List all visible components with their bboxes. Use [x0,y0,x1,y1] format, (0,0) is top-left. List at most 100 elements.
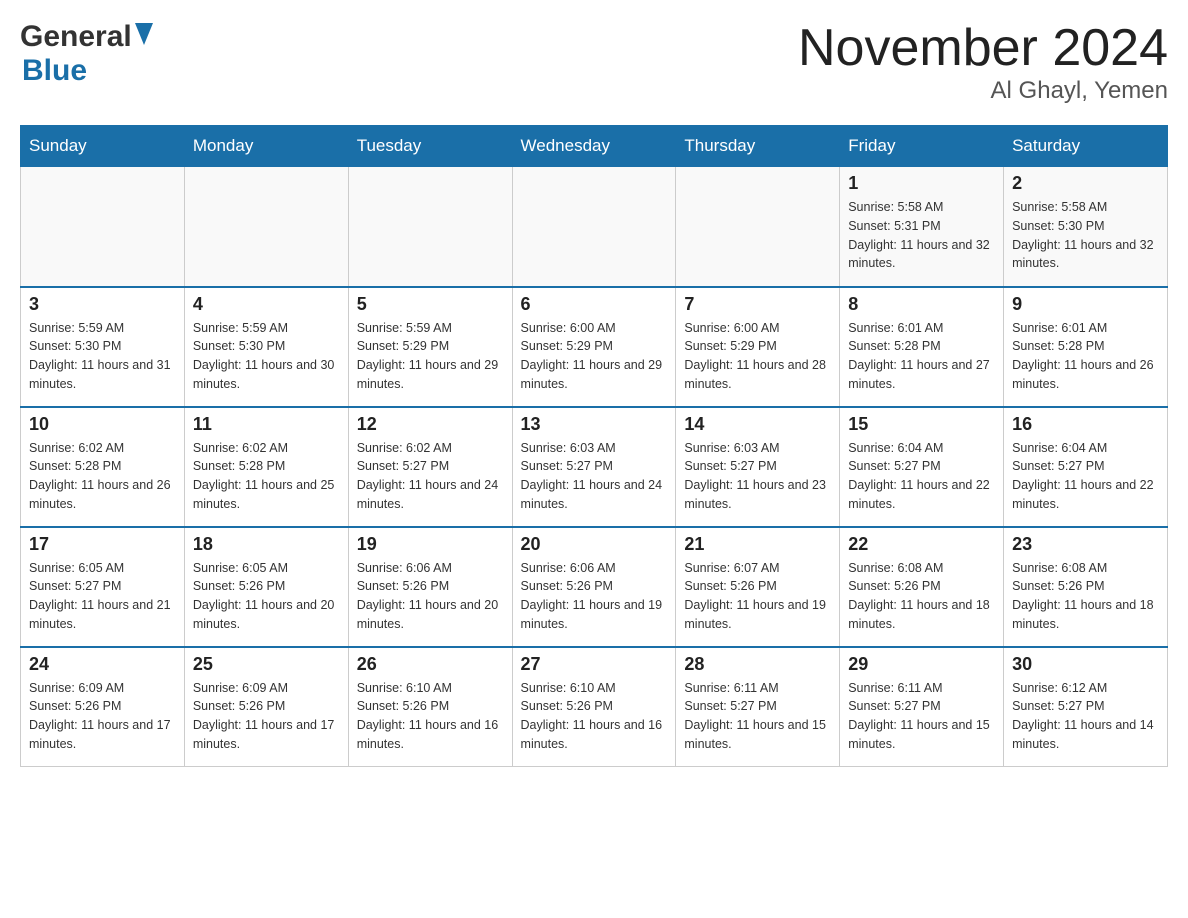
day-info: Sunrise: 6:04 AMSunset: 5:27 PMDaylight:… [848,439,995,514]
day-info: Sunrise: 6:00 AMSunset: 5:29 PMDaylight:… [684,319,831,394]
day-info: Sunrise: 6:05 AMSunset: 5:26 PMDaylight:… [193,559,340,634]
weekday-header-thursday: Thursday [676,126,840,167]
calendar-table: SundayMondayTuesdayWednesdayThursdayFrid… [20,125,1168,767]
day-info: Sunrise: 5:58 AMSunset: 5:31 PMDaylight:… [848,198,995,273]
logo-general-text: General [20,20,132,54]
day-info: Sunrise: 6:11 AMSunset: 5:27 PMDaylight:… [684,679,831,754]
calendar-cell: 3 Sunrise: 5:59 AMSunset: 5:30 PMDaylight… [21,287,185,407]
calendar-week-row: 10Sunrise: 6:02 AMSunset: 5:28 PMDayligh… [21,407,1168,527]
calendar-cell: 23Sunrise: 6:08 AMSunset: 5:26 PMDayligh… [1004,527,1168,647]
calendar-cell [184,167,348,287]
day-info: Sunrise: 6:10 AMSunset: 5:26 PMDaylight:… [357,679,504,754]
calendar-cell: 9Sunrise: 6:01 AMSunset: 5:28 PMDaylight… [1004,287,1168,407]
day-number: 27 [521,654,668,675]
day-number: 26 [357,654,504,675]
day-number: 17 [29,534,176,555]
calendar-cell: 13 Sunrise: 6:03 AMSunset: 5:27 PMDayligh… [512,407,676,527]
calendar-cell: 12 Sunrise: 6:02 AMSunset: 5:27 PMDayligh… [348,407,512,527]
day-number: 5 [357,294,504,315]
logo: General Blue [20,20,153,88]
day-info: Sunrise: 5:59 AMSunset: 5:30 PMDaylight:… [29,319,176,394]
calendar-week-row: 24 Sunrise: 6:09 AMSunset: 5:26 PMDayligh… [21,647,1168,767]
calendar-body: 1 Sunrise: 5:58 AMSunset: 5:31 PMDaylight… [21,167,1168,767]
day-info: Sunrise: 6:12 AMSunset: 5:27 PMDaylight:… [1012,679,1159,754]
calendar-cell: 6 Sunrise: 6:00 AMSunset: 5:29 PMDaylight… [512,287,676,407]
day-info: Sunrise: 6:01 AMSunset: 5:28 PMDaylight:… [848,319,995,394]
day-number: 4 [193,294,340,315]
calendar-cell: 22 Sunrise: 6:08 AMSunset: 5:26 PMDayligh… [840,527,1004,647]
calendar-week-row: 17 Sunrise: 6:05 AMSunset: 5:27 PMDayligh… [21,527,1168,647]
calendar-title: November 2024 [798,20,1168,77]
weekday-header-friday: Friday [840,126,1004,167]
day-info: Sunrise: 6:08 AMSunset: 5:26 PMDaylight:… [1012,559,1159,634]
day-info: Sunrise: 6:03 AMSunset: 5:27 PMDaylight:… [521,439,668,514]
weekday-header-wednesday: Wednesday [512,126,676,167]
day-number: 19 [357,534,504,555]
calendar-cell: 18 Sunrise: 6:05 AMSunset: 5:26 PMDayligh… [184,527,348,647]
calendar-cell: 14Sunrise: 6:03 AMSunset: 5:27 PMDayligh… [676,407,840,527]
calendar-cell: 21 Sunrise: 6:07 AMSunset: 5:26 PMDayligh… [676,527,840,647]
calendar-cell [512,167,676,287]
day-info: Sunrise: 6:02 AMSunset: 5:28 PMDaylight:… [193,439,340,514]
day-number: 16 [1012,414,1159,435]
day-number: 1 [848,173,995,194]
weekday-header-monday: Monday [184,126,348,167]
calendar-week-row: 1 Sunrise: 5:58 AMSunset: 5:31 PMDaylight… [21,167,1168,287]
day-info: Sunrise: 6:06 AMSunset: 5:26 PMDaylight:… [357,559,504,634]
calendar-cell: 11Sunrise: 6:02 AMSunset: 5:28 PMDayligh… [184,407,348,527]
calendar-cell: 27 Sunrise: 6:10 AMSunset: 5:26 PMDayligh… [512,647,676,767]
logo-blue-text: Blue [22,54,87,87]
calendar-cell: 2Sunrise: 5:58 AMSunset: 5:30 PMDaylight… [1004,167,1168,287]
day-number: 29 [848,654,995,675]
day-info: Sunrise: 6:11 AMSunset: 5:27 PMDaylight:… [848,679,995,754]
weekday-header-sunday: Sunday [21,126,185,167]
day-number: 22 [848,534,995,555]
day-number: 6 [521,294,668,315]
day-number: 25 [193,654,340,675]
weekday-header-saturday: Saturday [1004,126,1168,167]
calendar-cell: 20Sunrise: 6:06 AMSunset: 5:26 PMDayligh… [512,527,676,647]
day-number: 13 [521,414,668,435]
day-number: 18 [193,534,340,555]
calendar-cell: 25 Sunrise: 6:09 AMSunset: 5:26 PMDayligh… [184,647,348,767]
day-info: Sunrise: 6:07 AMSunset: 5:26 PMDaylight:… [684,559,831,634]
day-info: Sunrise: 5:59 AMSunset: 5:30 PMDaylight:… [193,319,340,394]
day-info: Sunrise: 6:09 AMSunset: 5:26 PMDaylight:… [193,679,340,754]
calendar-cell: 15 Sunrise: 6:04 AMSunset: 5:27 PMDayligh… [840,407,1004,527]
calendar-cell: 26 Sunrise: 6:10 AMSunset: 5:26 PMDayligh… [348,647,512,767]
day-info: Sunrise: 6:06 AMSunset: 5:26 PMDaylight:… [521,559,668,634]
calendar-cell: 30Sunrise: 6:12 AMSunset: 5:27 PMDayligh… [1004,647,1168,767]
calendar-cell: 1 Sunrise: 5:58 AMSunset: 5:31 PMDaylight… [840,167,1004,287]
calendar-cell: 10Sunrise: 6:02 AMSunset: 5:28 PMDayligh… [21,407,185,527]
calendar-subtitle: Al Ghayl, Yemen [798,77,1168,105]
calendar-cell: 8Sunrise: 6:01 AMSunset: 5:28 PMDaylight… [840,287,1004,407]
day-info: Sunrise: 6:03 AMSunset: 5:27 PMDaylight:… [684,439,831,514]
day-info: Sunrise: 6:04 AMSunset: 5:27 PMDaylight:… [1012,439,1159,514]
page-header: General Blue November 2024 Al Ghayl, Yem… [20,20,1168,105]
weekday-header-tuesday: Tuesday [348,126,512,167]
day-number: 15 [848,414,995,435]
day-number: 12 [357,414,504,435]
calendar-cell [348,167,512,287]
calendar-cell: 16 Sunrise: 6:04 AMSunset: 5:27 PMDayligh… [1004,407,1168,527]
calendar-cell: 28 Sunrise: 6:11 AMSunset: 5:27 PMDayligh… [676,647,840,767]
day-info: Sunrise: 6:05 AMSunset: 5:27 PMDaylight:… [29,559,176,634]
calendar-title-block: November 2024 Al Ghayl, Yemen [798,20,1168,105]
day-info: Sunrise: 6:02 AMSunset: 5:27 PMDaylight:… [357,439,504,514]
calendar-cell: 19 Sunrise: 6:06 AMSunset: 5:26 PMDayligh… [348,527,512,647]
calendar-cell: 7Sunrise: 6:00 AMSunset: 5:29 PMDaylight… [676,287,840,407]
day-number: 24 [29,654,176,675]
day-info: Sunrise: 5:58 AMSunset: 5:30 PMDaylight:… [1012,198,1159,273]
calendar-header: SundayMondayTuesdayWednesdayThursdayFrid… [21,126,1168,167]
day-number: 9 [1012,294,1159,315]
day-info: Sunrise: 6:00 AMSunset: 5:29 PMDaylight:… [521,319,668,394]
day-number: 3 [29,294,176,315]
day-info: Sunrise: 6:08 AMSunset: 5:26 PMDaylight:… [848,559,995,634]
day-info: Sunrise: 6:10 AMSunset: 5:26 PMDaylight:… [521,679,668,754]
day-number: 28 [684,654,831,675]
day-number: 21 [684,534,831,555]
calendar-cell [21,167,185,287]
calendar-cell: 5Sunrise: 5:59 AMSunset: 5:29 PMDaylight… [348,287,512,407]
logo-arrow-icon [135,23,153,50]
calendar-cell: 29 Sunrise: 6:11 AMSunset: 5:27 PMDayligh… [840,647,1004,767]
